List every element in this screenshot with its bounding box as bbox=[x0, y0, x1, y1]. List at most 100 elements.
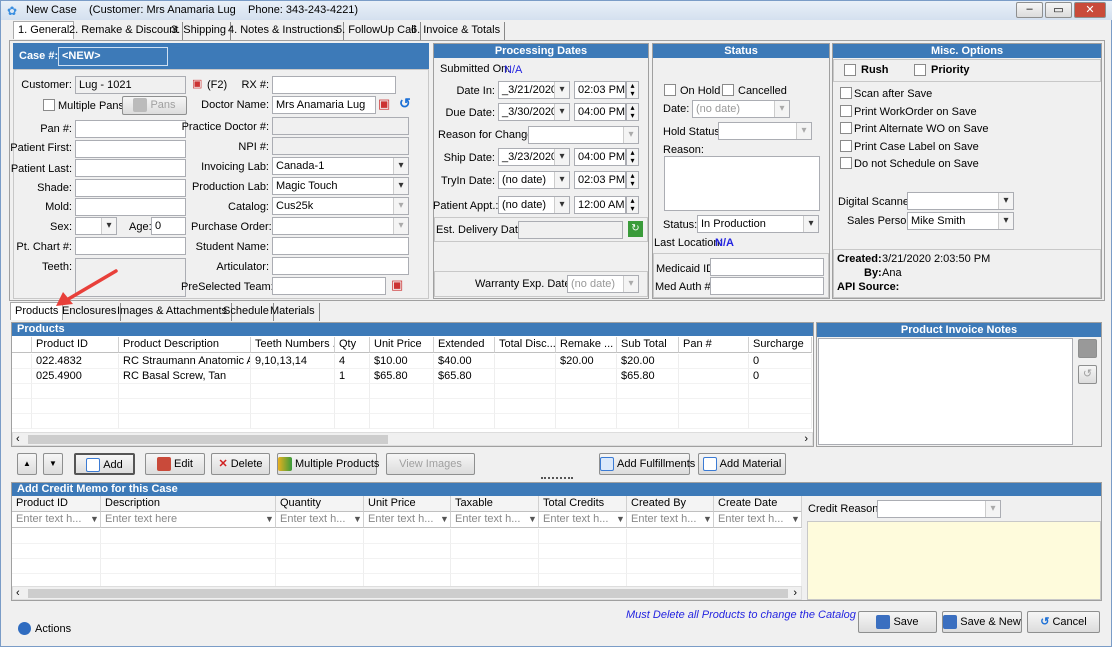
table-cell[interactable] bbox=[12, 354, 32, 369]
table-cell[interactable] bbox=[434, 384, 495, 399]
rx-field[interactable] bbox=[272, 76, 396, 94]
table-cell[interactable] bbox=[495, 369, 556, 384]
tab-invoice-totals[interactable]: 6. Invoice & Totals bbox=[407, 22, 506, 40]
actions-menu[interactable]: Actions bbox=[35, 623, 71, 635]
sex-select[interactable] bbox=[75, 217, 117, 235]
table-cell[interactable] bbox=[627, 544, 714, 559]
table-cell[interactable] bbox=[749, 384, 812, 399]
med-auth-field[interactable] bbox=[710, 277, 824, 295]
reason-for-change-select[interactable] bbox=[528, 126, 639, 144]
production-lab-select[interactable]: Magic Touch bbox=[272, 177, 409, 195]
multiple-pans-checkbox[interactable] bbox=[43, 99, 55, 111]
edit-button[interactable]: Edit bbox=[145, 453, 205, 475]
column-header[interactable]: Qty bbox=[335, 337, 370, 353]
table-cell[interactable] bbox=[12, 529, 101, 544]
sales-person-select[interactable]: Mike Smith bbox=[907, 212, 1014, 230]
table-cell[interactable] bbox=[679, 399, 749, 414]
table-cell[interactable] bbox=[364, 529, 451, 544]
undo-icon[interactable]: ↺ bbox=[399, 95, 411, 112]
filter-input[interactable]: Enter text h... bbox=[627, 512, 714, 528]
print-alternate-wo-checkbox[interactable] bbox=[840, 122, 852, 134]
table-cell[interactable]: $10.00 bbox=[370, 354, 434, 369]
student-name-field[interactable] bbox=[272, 237, 409, 255]
table-cell[interactable] bbox=[495, 399, 556, 414]
shade-field[interactable] bbox=[75, 179, 186, 197]
products-scroll-thumb[interactable] bbox=[28, 435, 388, 444]
due-date-select[interactable]: _3/30/2020 bbox=[498, 103, 570, 121]
table-cell[interactable] bbox=[276, 529, 364, 544]
table-cell[interactable] bbox=[101, 529, 276, 544]
table-cell[interactable] bbox=[617, 384, 679, 399]
table-cell[interactable]: RC Basal Screw, Tan bbox=[119, 369, 251, 384]
credit-reason-select[interactable] bbox=[877, 500, 1001, 518]
table-cell[interactable] bbox=[364, 544, 451, 559]
doctor-name-field[interactable]: Mrs Anamaria Lug bbox=[272, 96, 376, 114]
table-cell[interactable] bbox=[276, 544, 364, 559]
table-cell[interactable]: 9,10,13,14 bbox=[251, 354, 335, 369]
table-cell[interactable]: $65.80 bbox=[370, 369, 434, 384]
table-cell[interactable] bbox=[251, 414, 335, 429]
table-cell[interactable] bbox=[12, 399, 32, 414]
product-invoice-notes-textarea[interactable] bbox=[818, 338, 1073, 445]
table-cell[interactable] bbox=[119, 384, 251, 399]
table-cell[interactable] bbox=[495, 414, 556, 429]
date-in-time-spinner[interactable]: ▴ ▾ bbox=[626, 81, 639, 99]
filter-input[interactable]: Enter text h... bbox=[364, 512, 451, 528]
table-cell[interactable] bbox=[495, 384, 556, 399]
table-cell[interactable] bbox=[251, 369, 335, 384]
filter-input[interactable]: Enter text h... bbox=[12, 512, 101, 528]
column-header[interactable]: Total Credits bbox=[539, 496, 627, 512]
table-cell[interactable] bbox=[495, 354, 556, 369]
due-time-spinner[interactable]: ▴ ▾ bbox=[626, 103, 639, 121]
add-button[interactable]: Add bbox=[74, 453, 135, 475]
column-header[interactable]: Product Description bbox=[119, 337, 251, 353]
table-cell[interactable]: 025.4900 bbox=[32, 369, 119, 384]
tab-shipping[interactable]: 3. Shipping bbox=[167, 22, 232, 40]
column-header[interactable]: Remake ... bbox=[556, 337, 617, 353]
cancelled-checkbox[interactable] bbox=[722, 84, 734, 96]
articulator-field[interactable] bbox=[272, 257, 409, 275]
table-cell[interactable] bbox=[679, 384, 749, 399]
ship-date-select[interactable]: _3/23/2020 bbox=[498, 148, 570, 166]
filter-icon[interactable]: ▼ bbox=[703, 514, 712, 524]
table-cell[interactable] bbox=[714, 529, 802, 544]
filter-input[interactable]: Enter text h... bbox=[276, 512, 364, 528]
splitter-handle[interactable] bbox=[541, 477, 573, 480]
column-header[interactable]: Quantity bbox=[276, 496, 364, 512]
table-cell[interactable] bbox=[32, 384, 119, 399]
purchase-order-select[interactable] bbox=[272, 217, 409, 235]
column-header[interactable]: Surcharge bbox=[749, 337, 812, 353]
table-cell[interactable] bbox=[539, 559, 627, 574]
table-cell[interactable] bbox=[556, 414, 617, 429]
table-cell[interactable] bbox=[434, 399, 495, 414]
print-case-label-checkbox[interactable] bbox=[840, 140, 852, 152]
filter-icon[interactable]: ▼ bbox=[528, 514, 537, 524]
status-select[interactable]: In Production bbox=[697, 215, 819, 233]
table-cell[interactable] bbox=[276, 559, 364, 574]
filter-icon[interactable]: ▼ bbox=[791, 514, 800, 524]
column-header[interactable]: Taxable bbox=[451, 496, 539, 512]
table-cell[interactable] bbox=[335, 414, 370, 429]
table-cell[interactable]: $20.00 bbox=[617, 354, 679, 369]
filter-input[interactable]: Enter text h... bbox=[539, 512, 627, 528]
table-cell[interactable] bbox=[335, 399, 370, 414]
filter-icon[interactable]: ▼ bbox=[90, 514, 99, 524]
tryin-time-spinner[interactable]: ▴ ▾ bbox=[626, 171, 639, 189]
table-cell[interactable]: $65.80 bbox=[434, 369, 495, 384]
table-cell[interactable] bbox=[364, 559, 451, 574]
hold-date-select[interactable]: (no date) bbox=[692, 100, 790, 118]
pans-button[interactable]: Pans bbox=[122, 96, 187, 115]
table-cell[interactable] bbox=[12, 544, 101, 559]
column-header[interactable]: Description bbox=[101, 496, 276, 512]
add-fulfillments-button[interactable]: Add Fulfillments bbox=[599, 453, 695, 475]
column-header[interactable]: Teeth Numbers ... bbox=[251, 337, 335, 353]
table-cell[interactable] bbox=[12, 384, 32, 399]
date-in-time[interactable]: 02:03 PM bbox=[574, 81, 626, 99]
table-cell[interactable]: 0 bbox=[749, 369, 812, 384]
preselected-team-field[interactable] bbox=[272, 277, 386, 295]
table-cell[interactable] bbox=[539, 529, 627, 544]
column-header[interactable]: Created By bbox=[627, 496, 714, 512]
table-cell[interactable]: 1 bbox=[335, 369, 370, 384]
table-cell[interactable] bbox=[251, 384, 335, 399]
ship-date-time[interactable]: 04:00 PM bbox=[574, 148, 626, 166]
